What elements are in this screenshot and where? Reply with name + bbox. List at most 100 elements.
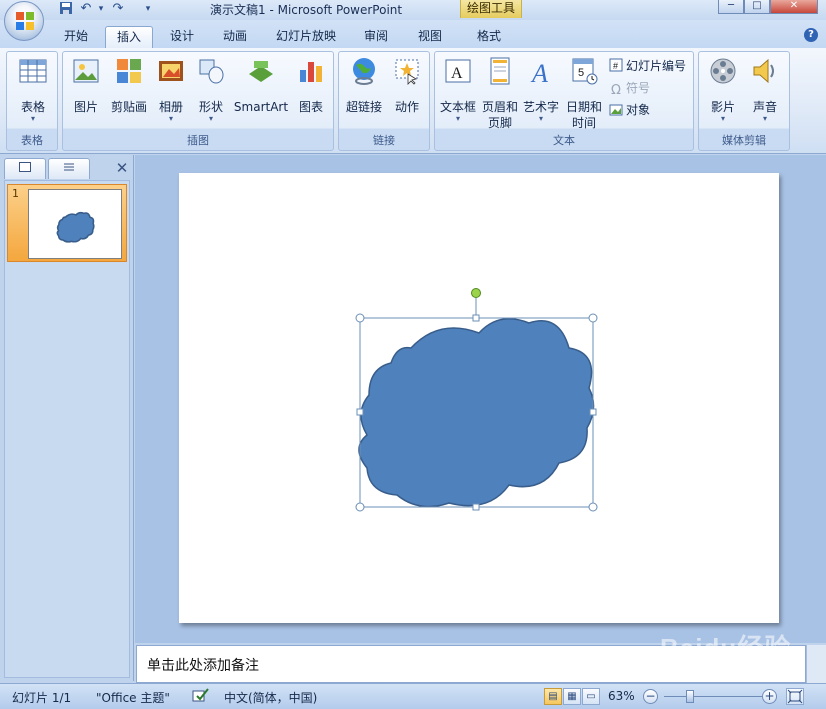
slide-sorter-view-button[interactable]: ▦: [563, 688, 581, 705]
language[interactable]: 中文(简体，中国): [224, 689, 317, 706]
object-icon: [609, 102, 623, 116]
status-bar: 幻灯片 1/1 "Office 主题" 中文(简体，中国) ▤ ▦ ▭ 63% …: [0, 683, 826, 709]
undo-icon[interactable]: ↶: [78, 1, 94, 17]
zoom-level[interactable]: 63%: [608, 689, 635, 703]
notes-scrollbar[interactable]: [806, 645, 826, 683]
resize-handle-bottom-left[interactable]: [355, 502, 365, 512]
resize-handle-right[interactable]: [589, 408, 597, 416]
tab-slideshow[interactable]: 幻灯片放映: [266, 26, 346, 48]
cloud-shape[interactable]: [358, 318, 595, 508]
zoom-slider-track[interactable]: [664, 696, 762, 697]
ribbon-group-media: 影片 ▾ 声音 ▾ 媒体剪辑: [698, 51, 790, 151]
group-label-tables: 表格: [21, 134, 43, 147]
resize-handle-bottom-right[interactable]: [588, 502, 598, 512]
svg-text:A: A: [530, 59, 548, 86]
zoom-out-button[interactable]: −: [643, 689, 658, 704]
chart-icon: [300, 62, 322, 82]
resize-handle-left[interactable]: [356, 408, 364, 416]
help-icon[interactable]: ?: [804, 28, 818, 42]
close-button[interactable]: ✕: [770, 0, 818, 14]
speaker-icon: [753, 58, 774, 84]
ribbon-group-text: A 文本框 ▾ 页眉和 页脚 A 艺术字 ▾ 5 日期和 时间 # 幻灯片编号 …: [434, 51, 694, 151]
film-reel-icon: [710, 58, 736, 84]
ribbon-group-illustrations: 图片 剪贴画 相册 ▾ 形状 ▾ SmartArt 图表 插图: [62, 51, 334, 151]
title-bar: ↶ ▾ ↷ ▾ 演示文稿1 - Microsoft PowerPoint 绘图工…: [0, 0, 826, 41]
clipart-button[interactable]: 剪贴画: [107, 56, 151, 115]
wordart-icon: A: [530, 59, 548, 88]
svg-text:5: 5: [578, 67, 584, 79]
slide-editing-area: [135, 155, 826, 643]
tab-insert[interactable]: 插入: [105, 26, 153, 48]
zoom-in-button[interactable]: +: [762, 689, 777, 704]
omega-icon: Ω: [611, 83, 621, 98]
outline-tab[interactable]: [48, 158, 90, 179]
slide-number-button[interactable]: # 幻灯片编号: [609, 57, 686, 75]
table-icon: [19, 59, 47, 83]
undo-dropdown-icon[interactable]: ▾: [93, 1, 109, 17]
tab-view[interactable]: 视图: [406, 26, 454, 48]
symbol-button[interactable]: Ω 符号: [609, 79, 650, 98]
photo-album-button[interactable]: 相册 ▾: [153, 56, 189, 123]
resize-handle-top[interactable]: [472, 314, 480, 322]
ribbon: 表格 ▾ 表格 图片 剪贴画 相册 ▾ 形状 ▾ SmartArt 图表 插图 …: [0, 48, 826, 154]
chevron-down-icon: ▾: [30, 114, 35, 123]
svg-text:#: #: [613, 61, 618, 71]
zoom-slider-thumb[interactable]: [686, 690, 694, 703]
group-label-media: 媒体剪辑: [722, 134, 766, 147]
office-button[interactable]: [4, 1, 44, 41]
table-button[interactable]: 表格 ▾: [11, 56, 55, 123]
tab-animations[interactable]: 动画: [211, 26, 259, 48]
save-icon[interactable]: [58, 1, 74, 17]
slide-number-icon: #: [609, 58, 623, 72]
slide-count: 幻灯片 1/1: [12, 691, 72, 705]
tab-format[interactable]: 格式: [465, 26, 513, 48]
notes-placeholder: 单击此处添加备注: [147, 658, 259, 674]
date-time-button[interactable]: 5 日期和 时间: [563, 56, 605, 131]
sound-button[interactable]: 声音 ▾: [745, 56, 785, 123]
clipart-icon: [117, 59, 141, 83]
chevron-down-icon: ▾: [168, 114, 173, 123]
slide-thumbnail-1[interactable]: 1: [7, 184, 127, 262]
rotation-handle[interactable]: [471, 288, 481, 298]
redo-icon[interactable]: ↷: [110, 1, 126, 17]
maximize-button[interactable]: □: [744, 0, 770, 14]
cloud-shape-layer: [355, 288, 598, 512]
resize-handle-top-right[interactable]: [588, 313, 598, 323]
picture-icon: [73, 59, 99, 83]
hyperlink-button[interactable]: 超链接: [343, 56, 385, 115]
normal-view-button[interactable]: ▤: [544, 688, 562, 705]
resize-handle-top-left[interactable]: [355, 313, 365, 323]
slide-canvas[interactable]: [179, 173, 779, 623]
header-footer-button[interactable]: 页眉和 页脚: [481, 56, 519, 131]
customize-qat-icon[interactable]: ▾: [140, 1, 156, 17]
object-button[interactable]: 对象: [609, 101, 650, 119]
smartart-button[interactable]: SmartArt: [233, 56, 289, 115]
action-button[interactable]: 动作: [387, 56, 427, 115]
smartart-icon: [249, 61, 273, 82]
fit-to-window-button[interactable]: [786, 688, 804, 705]
tab-review[interactable]: 审阅: [352, 26, 400, 48]
date-time-icon: 5: [572, 58, 598, 85]
shapes-icon: [199, 59, 224, 84]
ribbon-group-links: 超链接 动作 链接: [338, 51, 430, 151]
minimize-button[interactable]: ─: [718, 0, 744, 14]
picture-button[interactable]: 图片: [67, 56, 105, 115]
chevron-down-icon: ▾: [720, 114, 725, 123]
movie-button[interactable]: 影片 ▾: [703, 56, 743, 123]
slides-tab[interactable]: [4, 158, 46, 179]
textbox-button[interactable]: A 文本框 ▾: [437, 56, 479, 123]
photo-album-icon: [159, 61, 183, 81]
tab-home[interactable]: 开始: [52, 26, 100, 48]
shapes-button[interactable]: 形状 ▾: [193, 56, 229, 123]
resize-handle-bottom[interactable]: [472, 503, 480, 511]
spell-check-icon[interactable]: [192, 687, 210, 706]
chart-button[interactable]: 图表: [291, 56, 331, 115]
theme-name: "Office 主题": [96, 691, 170, 705]
close-panel-icon[interactable]: ✕: [114, 160, 130, 176]
slideshow-view-button[interactable]: ▭: [582, 688, 600, 705]
ribbon-tabs: 开始 插入 设计 动画 幻灯片放映 审阅 视图 格式 ?: [0, 20, 826, 48]
slides-view-icon: [19, 162, 31, 172]
wordart-button[interactable]: A 艺术字 ▾: [521, 56, 561, 123]
tab-design[interactable]: 设计: [158, 26, 206, 48]
chevron-down-icon: ▾: [208, 114, 213, 123]
